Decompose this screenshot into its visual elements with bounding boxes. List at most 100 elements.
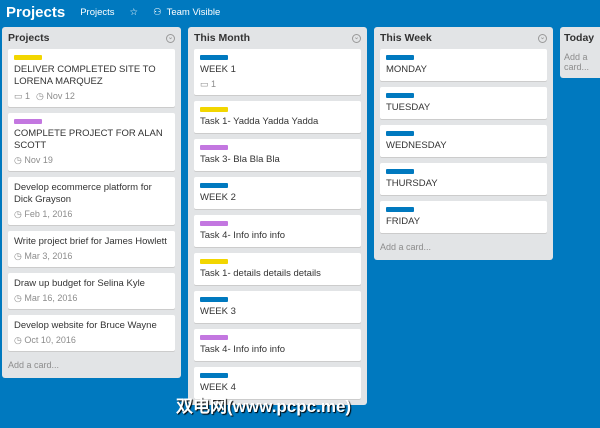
card-title: Task 1- Yadda Yadda Yadda bbox=[200, 116, 319, 127]
due-badge: ◷ Nov 19 bbox=[14, 154, 53, 166]
comment-icon: ▭ bbox=[14, 91, 23, 101]
due-badge: ◷ Feb 1, 2016 bbox=[14, 208, 72, 220]
comment-icon: ▭ bbox=[200, 79, 209, 89]
card[interactable]: Develop website for Bruce Wayne ◷ Oct 10,… bbox=[8, 315, 175, 351]
clock-icon: ◷ bbox=[14, 251, 22, 261]
card[interactable]: THURSDAY bbox=[380, 163, 547, 195]
card-title: Task 3- Bla Bla Bla bbox=[200, 154, 280, 165]
list-header: Projects ⌄ bbox=[2, 27, 181, 49]
card-title: WEEK 1 bbox=[200, 64, 236, 75]
due-date: Mar 16, 2016 bbox=[24, 293, 78, 303]
card-title: TUESDAY bbox=[386, 102, 431, 113]
team-icon: ⚇ bbox=[153, 6, 162, 18]
due-date: Mar 3, 2016 bbox=[24, 251, 73, 261]
card-label[interactable] bbox=[200, 183, 228, 188]
due-date: Feb 1, 2016 bbox=[24, 209, 73, 219]
card[interactable]: Task 4- Info info info bbox=[194, 329, 361, 361]
card[interactable]: Draw up budget for Selina Kyle ◷ Mar 16, … bbox=[8, 273, 175, 309]
card-title: Write project brief for James Howlett bbox=[14, 236, 167, 247]
card[interactable]: WEEK 1 ▭ 1 bbox=[194, 49, 361, 95]
list-menu-icon[interactable]: ⌄ bbox=[352, 33, 361, 43]
card-label[interactable] bbox=[200, 335, 228, 340]
card-title: Develop ecommerce platform for Dick Gray… bbox=[14, 182, 152, 205]
card[interactable]: COMPLETE PROJECT FOR ALAN SCOTT ◷ Nov 19 bbox=[8, 113, 175, 171]
card[interactable]: Task 3- Bla Bla Bla bbox=[194, 139, 361, 171]
visibility-button[interactable]: ⚇ Team Visible bbox=[153, 7, 220, 18]
card[interactable]: TUESDAY bbox=[380, 87, 547, 119]
card-title: Task 1- details details details bbox=[200, 268, 321, 279]
list-menu-icon[interactable]: ⌄ bbox=[166, 33, 175, 43]
list-title[interactable]: Today bbox=[564, 32, 594, 44]
card-title: WEEK 2 bbox=[200, 192, 236, 203]
card-title: THURSDAY bbox=[386, 178, 438, 189]
comment-count: 1 bbox=[211, 79, 217, 89]
comment-badge: ▭ 1 bbox=[200, 78, 216, 90]
card-label[interactable] bbox=[200, 259, 228, 264]
comment-count: 1 bbox=[25, 91, 31, 101]
card-title: FRIDAY bbox=[386, 216, 421, 227]
list-title[interactable]: This Week bbox=[380, 32, 432, 44]
card[interactable]: MONDAY bbox=[380, 49, 547, 81]
watermark: 双电网(www.pcpc.me) bbox=[176, 397, 352, 416]
card[interactable]: Develop ecommerce platform for Dick Gray… bbox=[8, 177, 175, 225]
card-label[interactable] bbox=[200, 221, 228, 226]
card-label[interactable] bbox=[386, 169, 414, 174]
list-header: This Month ⌄ bbox=[188, 27, 367, 49]
card-title: COMPLETE PROJECT FOR ALAN SCOTT bbox=[14, 128, 163, 151]
star-icon[interactable]: ☆ bbox=[130, 7, 139, 18]
card-label[interactable] bbox=[200, 297, 228, 302]
card[interactable]: WEEK 3 bbox=[194, 291, 361, 323]
card-badges: ◷ Mar 3, 2016 bbox=[14, 250, 169, 262]
board-title[interactable]: Projects bbox=[6, 4, 65, 21]
card-label[interactable] bbox=[14, 119, 42, 124]
clock-icon: ◷ bbox=[14, 155, 22, 165]
card-title: WEDNESDAY bbox=[386, 140, 447, 151]
card-label[interactable] bbox=[386, 207, 414, 212]
due-badge: ◷ Oct 10, 2016 bbox=[14, 334, 76, 346]
card-title: Draw up budget for Selina Kyle bbox=[14, 278, 145, 289]
list-this-week: This Week ⌄ MONDAY TUESDAY WEDNESDAY THURSDAY… bbox=[374, 27, 553, 260]
card[interactable]: FRIDAY bbox=[380, 201, 547, 233]
card-label[interactable] bbox=[200, 145, 228, 150]
card-label[interactable] bbox=[200, 107, 228, 112]
card-label[interactable] bbox=[386, 131, 414, 136]
card[interactable]: Task 1- Yadda Yadda Yadda bbox=[194, 101, 361, 133]
due-date: Oct 10, 2016 bbox=[24, 335, 76, 345]
card-badges: ◷ Feb 1, 2016 bbox=[14, 208, 169, 220]
list-title[interactable]: This Month bbox=[194, 32, 250, 44]
card-label[interactable] bbox=[386, 93, 414, 98]
card-badges: ▭ 1 bbox=[200, 78, 355, 90]
visibility-label: Team Visible bbox=[166, 6, 221, 18]
card-label[interactable] bbox=[200, 55, 228, 60]
card-title: Task 4- Info info info bbox=[200, 344, 286, 355]
card-badges: ◷ Mar 16, 2016 bbox=[14, 292, 169, 304]
card[interactable]: WEEK 2 bbox=[194, 177, 361, 209]
card[interactable]: Task 1- details details details bbox=[194, 253, 361, 285]
due-date: Nov 12 bbox=[46, 91, 75, 101]
board-link[interactable]: Projects bbox=[80, 7, 114, 18]
card[interactable]: DELIVER COMPLETED SITE TO LORENA MARQUEZ… bbox=[8, 49, 175, 107]
list-today: Today Add a card... bbox=[560, 27, 600, 78]
add-card-button[interactable]: Add a card... bbox=[2, 357, 181, 378]
card-label[interactable] bbox=[386, 55, 414, 60]
clock-icon: ◷ bbox=[14, 335, 22, 345]
board-header: Projects Projects ☆ ⚇ Team Visible bbox=[0, 0, 600, 24]
card[interactable]: Write project brief for James Howlett ◷ M… bbox=[8, 231, 175, 267]
card[interactable]: Task 4- Info info info bbox=[194, 215, 361, 247]
card-title: Task 4- Info info info bbox=[200, 230, 286, 241]
card-label[interactable] bbox=[200, 373, 228, 378]
list-menu-icon[interactable]: ⌄ bbox=[538, 33, 547, 43]
card-badges: ▭ 1 ◷ Nov 12 bbox=[14, 90, 169, 102]
list-this-month: This Month ⌄ WEEK 1 ▭ 1 Task 1- Yadda Yadda … bbox=[188, 27, 367, 405]
clock-icon: ◷ bbox=[14, 293, 22, 303]
card-title: WEEK 3 bbox=[200, 306, 236, 317]
add-card-button[interactable]: Add a card... bbox=[374, 239, 553, 260]
card[interactable]: WEDNESDAY bbox=[380, 125, 547, 157]
list-title[interactable]: Projects bbox=[8, 32, 49, 44]
card-label[interactable] bbox=[14, 55, 42, 60]
list-header: This Week ⌄ bbox=[374, 27, 553, 49]
card-title: Develop website for Bruce Wayne bbox=[14, 320, 157, 331]
due-badge: ◷ Mar 16, 2016 bbox=[14, 292, 77, 304]
due-badge: ◷ Mar 3, 2016 bbox=[14, 250, 72, 262]
add-card-button[interactable]: Add a card... bbox=[560, 49, 600, 78]
